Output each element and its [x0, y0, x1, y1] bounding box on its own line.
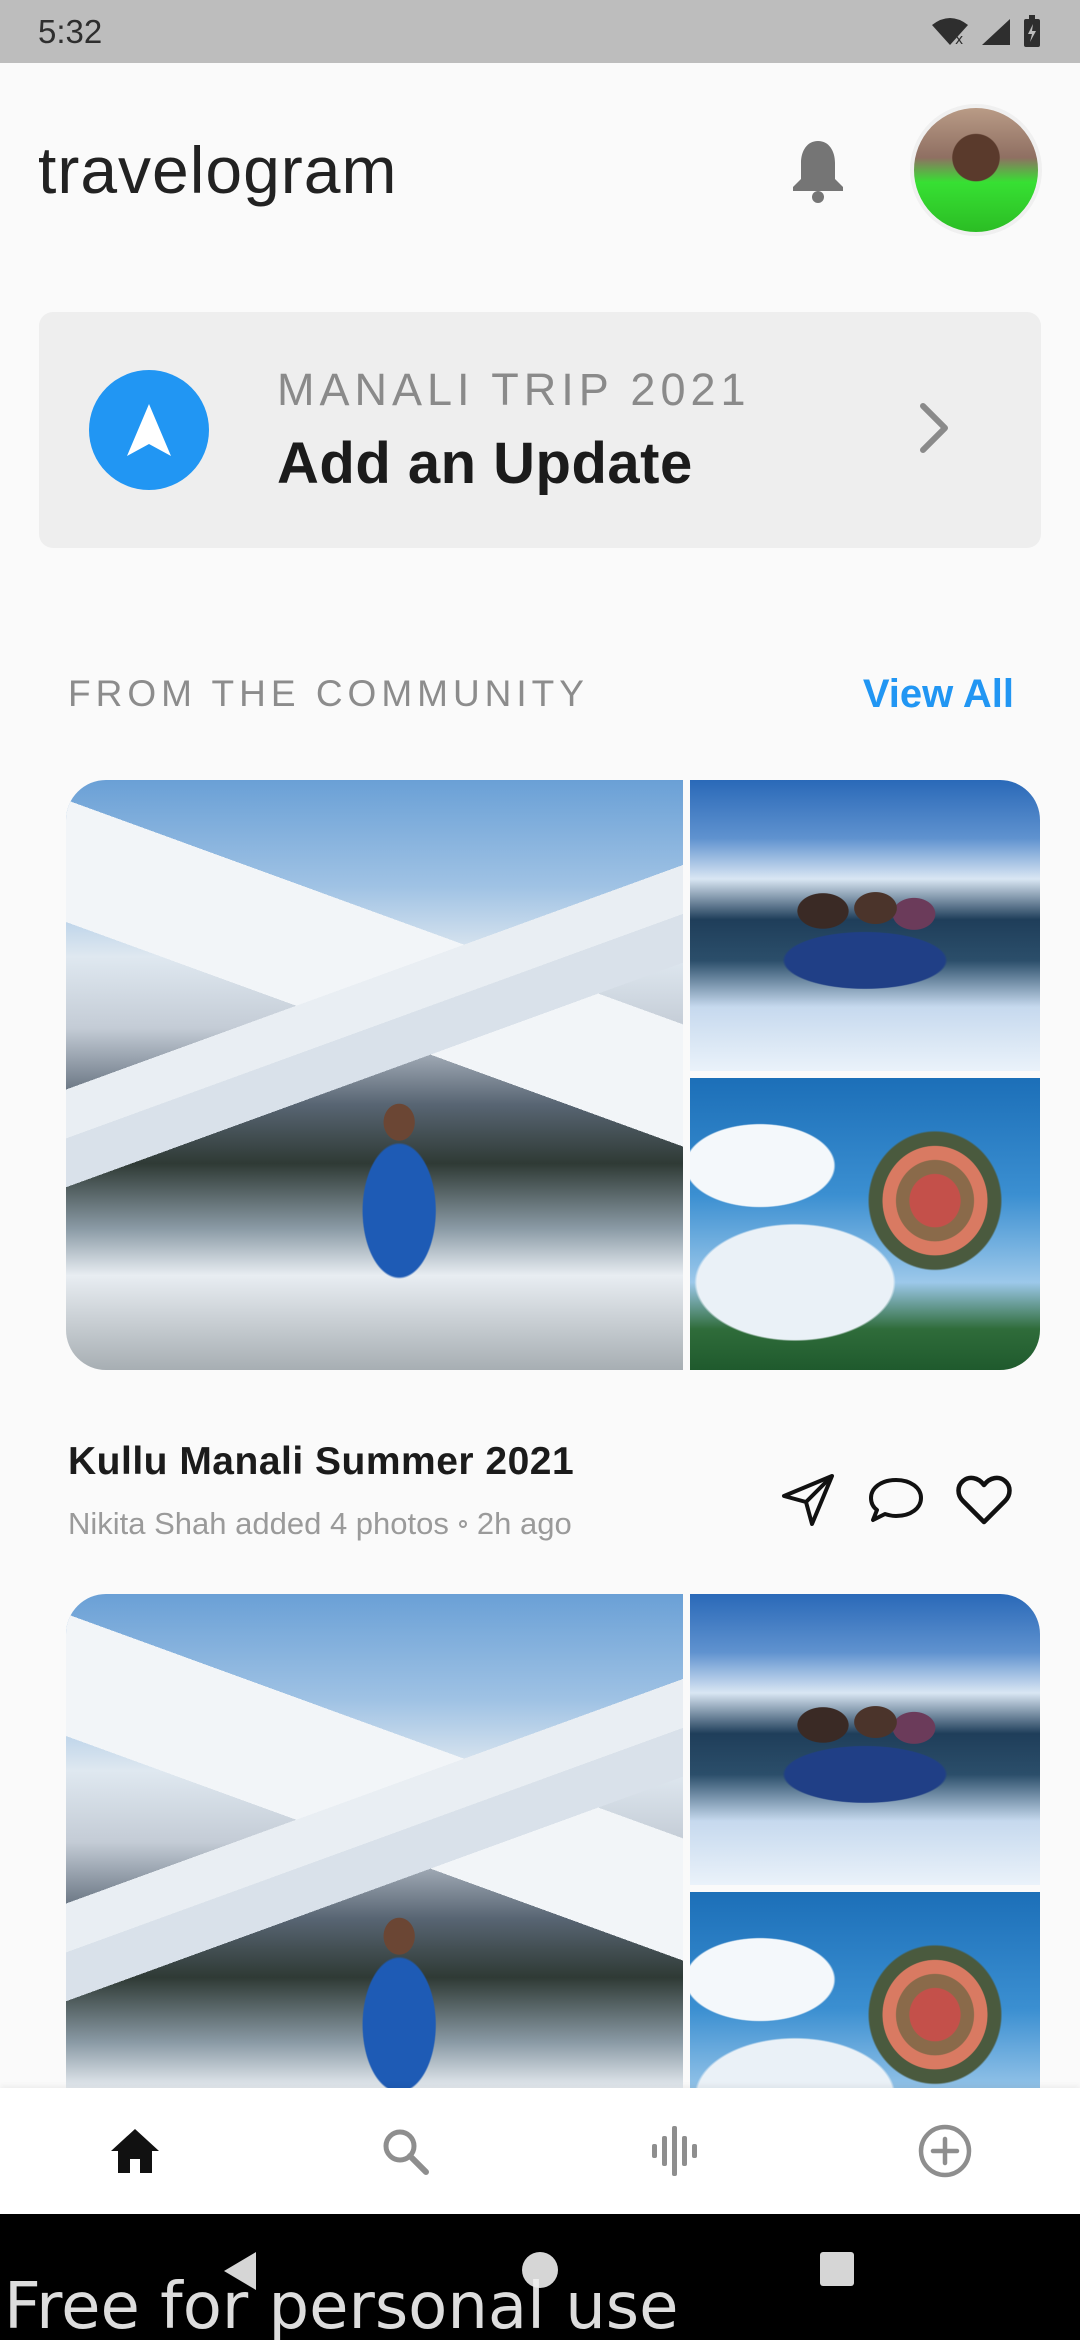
status-time: 5:32 [38, 12, 103, 50]
add-update-card[interactable]: MANALI TRIP 2021 Add an Update [39, 312, 1041, 548]
separator-dot [458, 1520, 467, 1528]
update-text: MANALI TRIP 2021 Add an Update [277, 364, 751, 497]
nav-add[interactable] [810, 2088, 1080, 2214]
status-icons: x [930, 14, 1042, 49]
app-header: travelogram [38, 100, 1042, 240]
svg-text:x: x [955, 32, 963, 47]
photo-group-lying-in-snow[interactable] [690, 1594, 1040, 1885]
view-all-link[interactable]: View All [863, 672, 1014, 717]
photo-group-lying-in-snow[interactable] [690, 780, 1040, 1071]
status-bar: 5:32 x [0, 0, 1080, 63]
recents-icon[interactable] [818, 2250, 856, 2288]
add-circle-icon [918, 2124, 972, 2178]
nav-search[interactable] [270, 2088, 540, 2214]
post-time: 2h ago [476, 1506, 572, 1541]
avatar[interactable] [910, 104, 1042, 236]
comment-icon[interactable] [866, 1470, 926, 1530]
signal-icon [982, 18, 1010, 45]
photo-woman-in-snow-mountains[interactable] [66, 780, 683, 1370]
share-icon[interactable] [778, 1470, 838, 1530]
wifi-icon: x [932, 17, 968, 47]
nav-audio[interactable] [540, 2088, 810, 2214]
community-section-header: FROM THE COMMUNITY View All [68, 665, 1014, 723]
photo-hot-air-balloon[interactable] [690, 1078, 1040, 1370]
home-icon [111, 2129, 159, 2173]
chevron-right-icon [917, 400, 951, 461]
nav-home[interactable] [0, 2088, 270, 2214]
post-photo-grid[interactable] [66, 780, 1040, 1370]
search-icon [383, 2129, 429, 2175]
trip-name: MANALI TRIP 2021 [277, 363, 751, 415]
post-actions [778, 1470, 1014, 1530]
app-screen: 5:32 x travelogram MANALI TRIP 2021 Add … [0, 0, 1080, 2340]
post-author-line: Nikita Shah added 4 photos [68, 1506, 449, 1541]
bottom-navigation [0, 2088, 1080, 2214]
battery-icon [1024, 14, 1040, 47]
audio-wave-icon [652, 2126, 697, 2176]
watermark-text: Free for personal use [4, 2270, 679, 2340]
section-title: FROM THE COMMUNITY [68, 673, 589, 714]
navigation-arrow-icon [89, 370, 209, 490]
post-info: Kullu Manali Summer 2021 Nikita Shah add… [68, 1440, 1014, 1560]
app-title: travelogram [38, 133, 398, 207]
bell-icon[interactable] [786, 135, 850, 205]
heart-icon[interactable] [954, 1470, 1014, 1530]
add-update-label: Add an Update [277, 430, 693, 496]
